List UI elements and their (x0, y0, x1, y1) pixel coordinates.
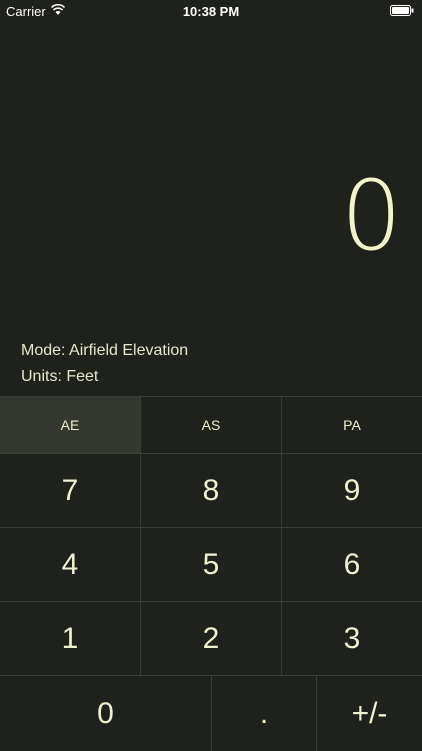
key-9[interactable]: 9 (282, 454, 422, 527)
key-8[interactable]: 8 (141, 454, 282, 527)
mode-row: AE AS PA (0, 397, 422, 454)
keypad-row-1: 7 8 9 (0, 454, 422, 528)
battery-icon (390, 5, 414, 16)
keypad: AE AS PA 7 8 9 4 5 6 1 2 3 0 . +/- (0, 396, 422, 751)
keypad-row-3: 1 2 3 (0, 602, 422, 676)
key-6[interactable]: 6 (282, 528, 422, 601)
key-0[interactable]: 0 (0, 676, 212, 751)
key-5[interactable]: 5 (141, 528, 282, 601)
status-bar: Carrier 10:38 PM (0, 0, 422, 22)
key-2[interactable]: 2 (141, 602, 282, 675)
key-negate[interactable]: +/- (317, 676, 422, 751)
status-time: 10:38 PM (182, 4, 240, 19)
key-3[interactable]: 3 (282, 602, 422, 675)
key-4[interactable]: 4 (0, 528, 141, 601)
mode-label: Mode: Airfield Elevation (21, 342, 189, 359)
mode-ae-button[interactable]: AE (0, 397, 141, 453)
keypad-row-2: 4 5 6 (0, 528, 422, 602)
key-1[interactable]: 1 (0, 602, 141, 675)
keypad-row-4: 0 . +/- (0, 676, 422, 751)
mode-as-button[interactable]: AS (141, 397, 282, 453)
key-decimal[interactable]: . (212, 676, 317, 751)
units-label: Units: Feet (21, 368, 99, 385)
key-7[interactable]: 7 (0, 454, 141, 527)
mode-pa-button[interactable]: PA (282, 397, 422, 453)
result-display: 0 (340, 160, 402, 272)
